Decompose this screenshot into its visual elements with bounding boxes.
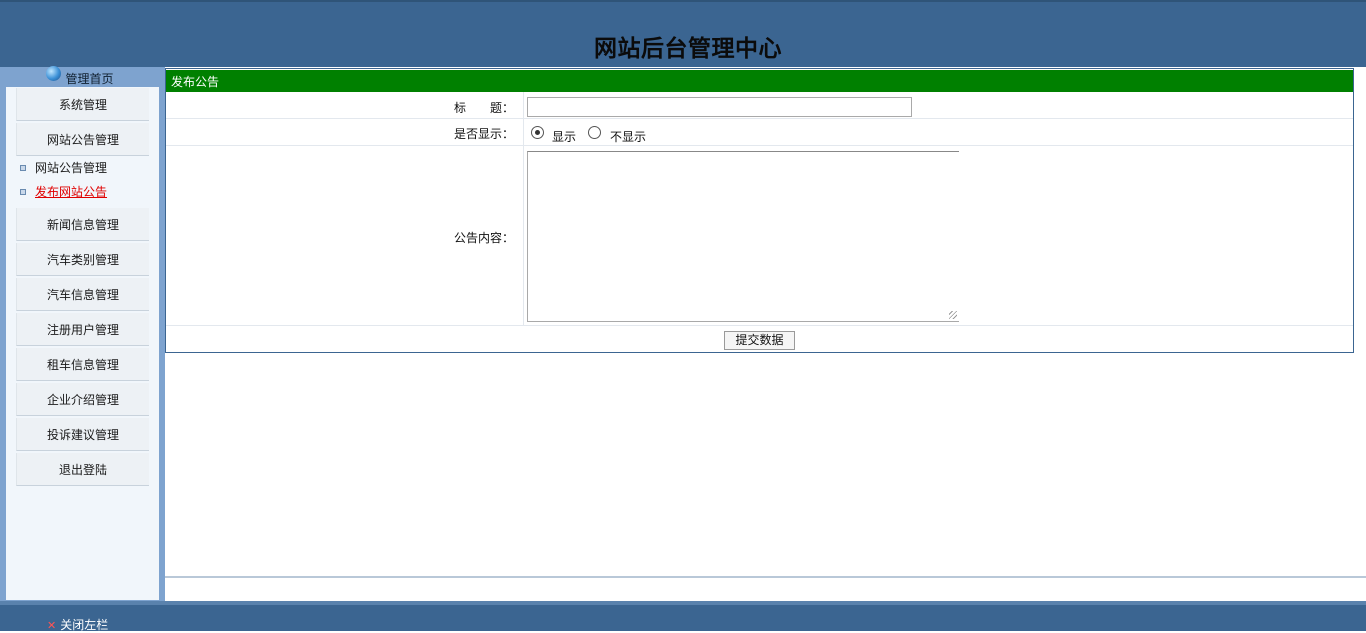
header-banner: 网站后台管理中心 <box>0 0 1366 67</box>
resize-grip-icon[interactable] <box>949 311 957 319</box>
display-label: 是否显示： <box>453 127 514 141</box>
row-divider <box>166 325 1353 326</box>
admin-home-link[interactable]: 管理首页 <box>0 66 160 87</box>
main-content: 发布公告 标 题： 是否显示： 显示 不显示 公告内容： 提交数据 <box>165 67 1366 601</box>
sidebar-item-news[interactable]: 新闻信息管理 <box>16 208 149 241</box>
display-hide-radio[interactable] <box>588 126 601 139</box>
globe-icon <box>46 66 62 81</box>
publish-notice-form: 发布公告 标 题： 是否显示： 显示 不显示 公告内容： 提交数据 <box>165 68 1354 353</box>
square-bullet-icon <box>20 165 26 171</box>
sidebar-item-logout[interactable]: 退出登陆 <box>16 453 149 486</box>
display-hide-label: 不显示 <box>610 130 647 144</box>
sidebar-item-car-info[interactable]: 汽车信息管理 <box>16 278 149 311</box>
submenu-item-publish-notice[interactable]: 发布网站公告 <box>20 183 107 201</box>
sidebar-item-car-category[interactable]: 汽车类别管理 <box>16 243 149 276</box>
row-divider <box>166 145 1353 146</box>
sidebar-item-notice-admin[interactable]: 网站公告管理 <box>16 123 149 156</box>
close-sidebar-label: 关闭左栏 <box>60 618 109 632</box>
sidebar: 管理首页 系统管理 网站公告管理 网站公告管理 发布网站公告 新闻信息管理 汽车… <box>0 66 165 601</box>
display-show-radio[interactable] <box>531 126 544 139</box>
submit-button[interactable]: 提交数据 <box>724 331 795 350</box>
admin-home-label: 管理首页 <box>65 72 114 86</box>
column-divider <box>523 92 524 325</box>
title-input[interactable] <box>527 97 912 117</box>
sidebar-item-system[interactable]: 系统管理 <box>16 88 149 121</box>
title-label: 标 题： <box>453 101 514 115</box>
close-icon: ✕ <box>47 619 57 632</box>
sidebar-item-company-intro[interactable]: 企业介绍管理 <box>16 383 149 416</box>
square-bullet-icon <box>20 189 26 195</box>
sidebar-item-complaints[interactable]: 投诉建议管理 <box>16 418 149 451</box>
content-divider <box>165 576 1366 578</box>
submenu-item-notice-manage[interactable]: 网站公告管理 <box>20 159 107 177</box>
sidebar-item-rental[interactable]: 租车信息管理 <box>16 348 149 381</box>
display-show-label: 显示 <box>552 130 577 144</box>
sidebar-item-users[interactable]: 注册用户管理 <box>16 313 149 346</box>
close-sidebar-link[interactable]: ✕ 关闭左栏 <box>47 616 108 633</box>
form-heading: 发布公告 <box>166 70 1353 92</box>
content-label: 公告内容： <box>453 231 514 245</box>
content-textarea[interactable] <box>527 151 959 322</box>
row-divider <box>166 118 1353 119</box>
footer-bar: ✕ 关闭左栏 <box>0 601 1366 633</box>
site-title: 网站后台管理中心 <box>594 36 782 62</box>
